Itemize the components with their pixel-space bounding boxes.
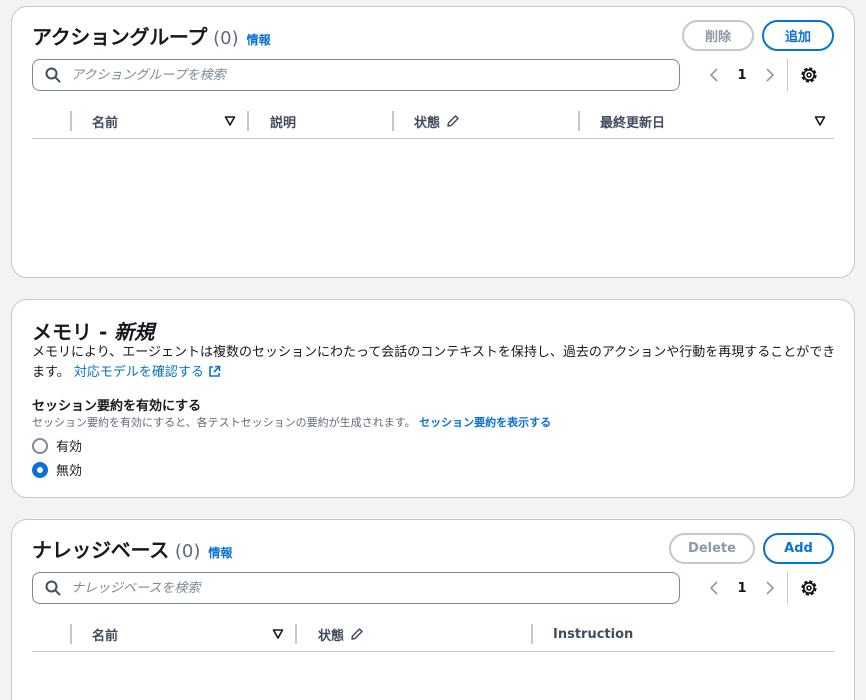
radio-enabled-circle[interactable] bbox=[32, 437, 48, 454]
action-groups-header: アクショングループ (0) 情報 bbox=[32, 21, 271, 50]
view-session-summary-link[interactable]: セッション要約を表示する bbox=[419, 416, 551, 429]
column-divider bbox=[247, 111, 249, 131]
knowledge-bases-header: ナレッジベース (0) 情報 bbox=[32, 534, 232, 563]
session-summary-label: セッション要約を有効にする bbox=[32, 399, 202, 414]
delete-action-group-button[interactable]: 削除 bbox=[682, 20, 754, 51]
radio-enabled[interactable]: 有効 bbox=[32, 436, 82, 455]
column-divider bbox=[70, 624, 72, 644]
column-divider bbox=[70, 111, 72, 131]
column-last-updated[interactable]: 最終更新日 bbox=[600, 103, 665, 139]
memory-panel: メモリ - 新規 メモリにより、エージェントは複数のセッションにわたって会話のコ… bbox=[11, 299, 855, 498]
sort-down-icon[interactable] bbox=[224, 115, 236, 127]
radio-disabled-circle[interactable] bbox=[32, 461, 48, 478]
column-divider bbox=[578, 111, 580, 131]
page-number[interactable]: 1 bbox=[726, 581, 758, 596]
knowledge-base-search[interactable] bbox=[32, 572, 680, 604]
column-divider bbox=[295, 624, 297, 644]
radio-disabled-label: 無効 bbox=[56, 464, 83, 479]
chevron-left-icon[interactable] bbox=[702, 63, 726, 87]
knowledge-bases-panel: ナレッジベース (0) 情報 Delete Add 1 名前 状態 Instru… bbox=[11, 519, 855, 700]
action-groups-table-header: 名前 説明 状態 最終更新日 bbox=[32, 103, 834, 139]
radio-enabled-label: 有効 bbox=[56, 440, 83, 455]
column-status: 状態 bbox=[318, 616, 364, 652]
memory-new-badge: 新規 bbox=[114, 320, 155, 344]
knowledge-base-pagination: 1 bbox=[702, 576, 782, 600]
memory-title: メモリ - 新規 bbox=[32, 316, 154, 345]
column-instruction: Instruction bbox=[553, 626, 634, 642]
supported-models-link-text: 対応モデルを確認する bbox=[73, 365, 204, 380]
memory-description: メモリにより、エージェントは複数のセッションにわたって会話のコンテキストを保持し… bbox=[32, 343, 842, 383]
knowledge-bases-table-header: 名前 状態 Instruction bbox=[32, 616, 834, 652]
column-name[interactable]: 名前 bbox=[92, 616, 118, 652]
sort-down-icon[interactable] bbox=[272, 628, 284, 640]
pagination-divider bbox=[787, 59, 788, 91]
pagination-divider bbox=[787, 572, 788, 604]
column-status: 状態 bbox=[414, 103, 460, 139]
action-groups-title: アクショングループ bbox=[32, 25, 208, 49]
pencil-icon bbox=[447, 115, 459, 127]
delete-knowledge-base-button[interactable]: Delete bbox=[669, 533, 755, 564]
chevron-right-icon[interactable] bbox=[758, 576, 782, 600]
knowledge-bases-count: (0) bbox=[174, 541, 201, 562]
column-name[interactable]: 名前 bbox=[92, 103, 118, 139]
radio-disabled[interactable]: 無効 bbox=[32, 460, 82, 479]
column-status-label: 状態 bbox=[318, 628, 345, 644]
column-description: 説明 bbox=[270, 115, 297, 131]
add-action-group-button[interactable]: 追加 bbox=[762, 20, 834, 51]
column-divider bbox=[392, 111, 394, 131]
memory-title-text: メモリ - bbox=[32, 320, 115, 344]
action-groups-panel: アクショングループ (0) 情報 削除 追加 1 名前 説明 状態 最終更新日 bbox=[11, 6, 855, 278]
session-summary-description: セッション要約を有効にすると、各テストセッションの要約が生成されます。 セッショ… bbox=[32, 414, 551, 430]
search-icon bbox=[45, 67, 61, 83]
chevron-left-icon[interactable] bbox=[702, 576, 726, 600]
column-divider bbox=[531, 624, 533, 644]
knowledge-bases-info-link[interactable]: 情報 bbox=[208, 544, 232, 561]
action-groups-info-link[interactable]: 情報 bbox=[247, 31, 271, 48]
pencil-icon bbox=[351, 628, 363, 640]
knowledge-base-search-input[interactable] bbox=[71, 580, 631, 596]
gear-icon[interactable] bbox=[797, 63, 821, 87]
knowledge-bases-title: ナレッジベース bbox=[32, 538, 169, 562]
action-group-pagination: 1 bbox=[702, 63, 782, 87]
supported-models-link[interactable]: 対応モデルを確認する bbox=[74, 365, 221, 380]
action-group-search[interactable] bbox=[32, 59, 680, 91]
search-icon bbox=[45, 580, 61, 596]
column-status-label: 状態 bbox=[414, 115, 441, 131]
external-link-icon bbox=[209, 365, 221, 377]
page-number[interactable]: 1 bbox=[726, 68, 758, 83]
add-knowledge-base-button[interactable]: Add bbox=[763, 533, 834, 564]
action-group-search-input[interactable] bbox=[71, 67, 631, 83]
gear-icon[interactable] bbox=[797, 576, 821, 600]
sort-down-icon[interactable] bbox=[814, 115, 826, 127]
action-groups-count: (0) bbox=[213, 28, 239, 49]
session-summary-description-text: セッション要約を有効にすると、各テストセッションの要約が生成されます。 bbox=[32, 416, 416, 429]
chevron-right-icon[interactable] bbox=[758, 63, 782, 87]
